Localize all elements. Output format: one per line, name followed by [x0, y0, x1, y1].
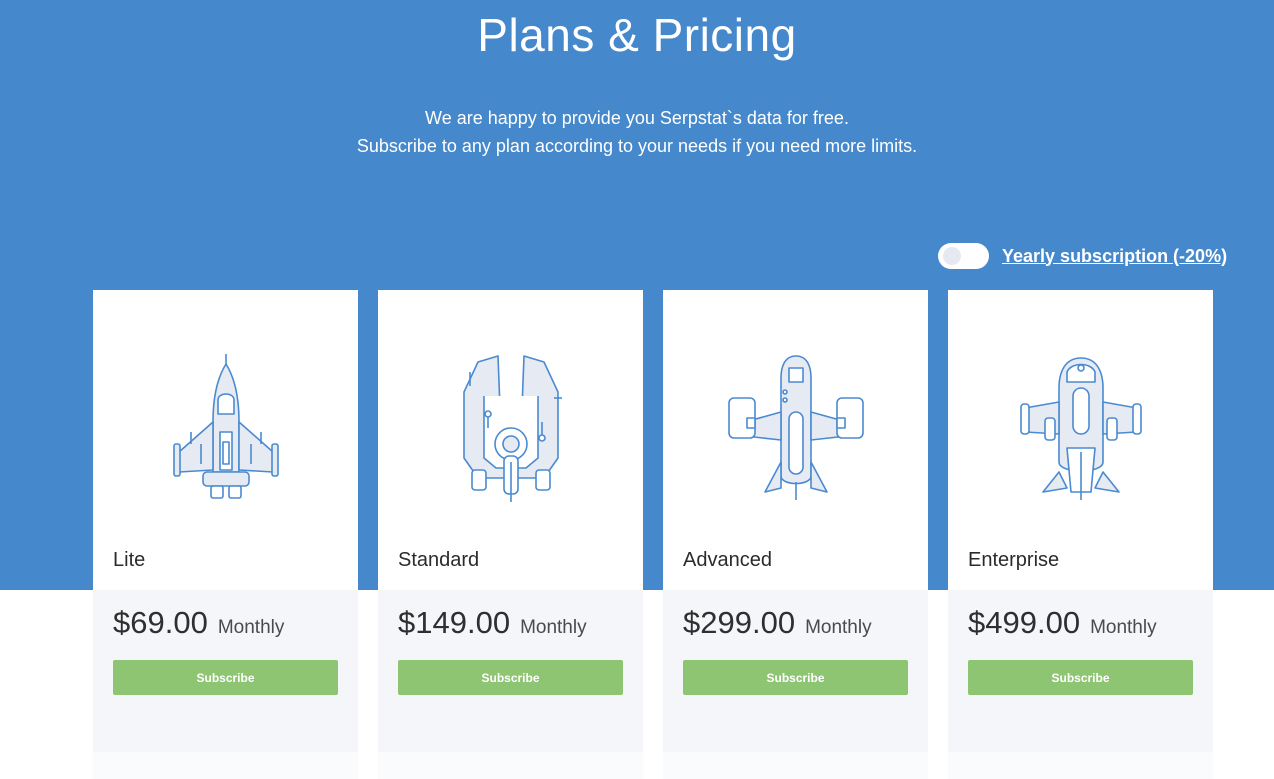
price-row: $299.00 Monthly	[683, 605, 872, 641]
plan-footer-strip	[663, 752, 928, 779]
plan-price: $69.00	[113, 605, 208, 640]
plan-name: Enterprise	[968, 549, 1060, 571]
rocket-advanced-icon	[663, 352, 928, 522]
plan-pricing-panel: $149.00 Monthly Subscribe	[378, 590, 643, 752]
plan-name: Advanced	[683, 549, 772, 571]
price-row: $149.00 Monthly	[398, 605, 587, 641]
subscribe-button-enterprise[interactable]: Subscribe	[968, 660, 1193, 695]
plan-price: $299.00	[683, 605, 796, 640]
plan-period: Monthly	[1090, 617, 1157, 638]
plan-period: Monthly	[520, 617, 587, 638]
plan-price: $499.00	[968, 605, 1081, 640]
subscribe-button-lite[interactable]: Subscribe	[113, 660, 338, 695]
subtitle-line-2: Subscribe to any plan according to your …	[356, 136, 918, 156]
subscribe-button-standard[interactable]: Subscribe	[398, 660, 623, 695]
plan-footer-strip	[948, 752, 1213, 779]
plan-card-enterprise: Enterprise $499.00 Monthly Subscribe	[948, 290, 1213, 779]
rocket-enterprise-icon	[948, 352, 1213, 522]
plan-card-standard: Standard $149.00 Monthly Subscribe	[378, 290, 643, 779]
subtitle-line-1: We are happy to provide you Serpstat`s d…	[425, 108, 849, 128]
plan-name: Lite	[113, 549, 146, 571]
plan-period: Monthly	[805, 617, 872, 638]
rocket-standard-icon	[378, 352, 643, 522]
plan-card-advanced: Advanced $299.00 Monthly Subscribe	[663, 290, 928, 779]
price-row: $69.00 Monthly	[113, 605, 284, 641]
plan-footer-strip	[93, 752, 358, 779]
toggle-knob	[943, 247, 961, 265]
plan-price: $149.00	[398, 605, 511, 640]
plan-period: Monthly	[217, 617, 285, 638]
billing-toggle-group: Yearly subscription (-20%)	[938, 243, 1227, 269]
rocket-lite-icon	[93, 352, 358, 522]
plan-pricing-panel: $299.00 Monthly Subscribe	[663, 590, 928, 752]
price-row: $499.00 Monthly	[968, 605, 1157, 641]
page-subtitle: We are happy to provide you Serpstat`s d…	[0, 104, 1274, 160]
plan-pricing-panel: $69.00 Monthly Subscribe	[93, 590, 358, 752]
subscribe-button-advanced[interactable]: Subscribe	[683, 660, 908, 695]
plan-name: Standard	[398, 549, 480, 571]
yearly-subscription-toggle[interactable]	[938, 243, 989, 269]
page-title: Plans & Pricing	[477, 9, 797, 61]
plan-pricing-panel: $499.00 Monthly Subscribe	[948, 590, 1213, 752]
plan-footer-strip	[378, 752, 643, 779]
plan-card-lite: Lite $69.00 Monthly Subscribe	[93, 290, 358, 779]
yearly-subscription-link[interactable]: Yearly subscription (-20%)	[1002, 246, 1227, 267]
